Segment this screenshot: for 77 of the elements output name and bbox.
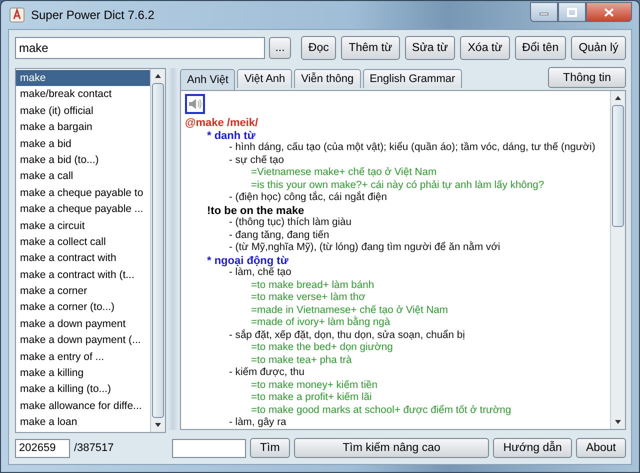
example-text: =to make bread+ làm bánh bbox=[250, 280, 374, 292]
scrollbar[interactable] bbox=[610, 91, 625, 429]
word-list-item[interactable]: make a call bbox=[16, 168, 150, 185]
example-text: =made in Vietnamese+ chế tạo ở Việt Nam bbox=[250, 304, 448, 316]
word-list-item[interactable]: make a down payment (... bbox=[16, 332, 150, 349]
word-list-item[interactable]: make a collect call bbox=[16, 234, 150, 250]
find-field[interactable] bbox=[172, 438, 246, 458]
tab[interactable]: Việt Anh bbox=[237, 69, 292, 88]
part-of-speech-text: * danh từ bbox=[206, 130, 256, 142]
find-button[interactable]: Tìm bbox=[250, 438, 290, 458]
meaning-text: - (thông tục) thích làm giàu bbox=[228, 217, 352, 230]
meaning-text: - sự chế tạo bbox=[228, 154, 284, 167]
example-text: =to make good marks at school+ được điểm tốt ở trường bbox=[250, 404, 512, 417]
search-field[interactable]: make bbox=[15, 37, 265, 59]
word-list-item[interactable]: make a contract with (t... bbox=[16, 266, 150, 284]
meaning-text: - làm, gây ra bbox=[228, 417, 286, 429]
info-button[interactable]: Thông tin bbox=[548, 67, 626, 88]
word-list-item[interactable]: make a entry of ... bbox=[16, 348, 150, 366]
word-list-item[interactable]: make a loan bbox=[16, 414, 150, 431]
word-list-item[interactable]: make a bargain bbox=[16, 119, 150, 136]
part-of-speech-text: * ngoại động từ bbox=[206, 254, 288, 267]
close-icon bbox=[604, 8, 614, 16]
example-text: =made of ivory+ làm bằng ngà bbox=[250, 317, 390, 329]
meaning-text: - (từ Mỹ,nghĩa Mỹ), (từ lóng) đang tìm người để ăn nằm với bbox=[228, 242, 500, 254]
example-text: =to make money+ kiếm tiền bbox=[250, 380, 378, 392]
idiom-text: !to be on the make bbox=[206, 204, 304, 217]
advanced-search-button[interactable]: Tìm kiếm nâng cao bbox=[294, 438, 490, 458]
headword-text: @make /meik/ bbox=[185, 117, 258, 130]
word-list-item[interactable]: make (it) official bbox=[16, 102, 150, 120]
maximize-icon bbox=[567, 8, 577, 16]
word-list-item[interactable]: make bbox=[16, 70, 150, 86]
minimize-button[interactable] bbox=[530, 2, 558, 22]
example-text: =to make tea+ pha trà bbox=[250, 354, 352, 367]
scrollbar[interactable] bbox=[150, 69, 165, 432]
word-list-item[interactable]: make a down payment bbox=[16, 316, 150, 332]
help-button[interactable]: Hướng dẫn bbox=[493, 438, 572, 458]
example-text: =to make the bed+ dọn giường bbox=[250, 342, 393, 354]
example-text: =is this your own make?+ cái này có phải tự anh làm lấy không? bbox=[250, 180, 544, 191]
word-list-item[interactable]: make a corner bbox=[16, 283, 150, 300]
toolbar-button[interactable]: Quản lý bbox=[571, 36, 626, 60]
toolbar-button[interactable]: Đổi tên bbox=[514, 36, 566, 60]
meaning-text: - kiếm được, thu bbox=[228, 367, 304, 380]
tab[interactable]: Anh Việt bbox=[180, 69, 236, 90]
total-count: /387517 bbox=[74, 442, 115, 454]
app-icon bbox=[9, 7, 25, 23]
example-text: =to make verse+ làm thơ bbox=[250, 292, 366, 304]
word-list-item[interactable]: make a contract with bbox=[16, 250, 150, 267]
word-list-item[interactable]: make/break contact bbox=[16, 86, 150, 103]
close-button[interactable] bbox=[586, 2, 632, 22]
word-list-item[interactable]: make a corner (to...) bbox=[16, 299, 150, 316]
word-list-item[interactable]: make a killing bbox=[16, 365, 150, 382]
tab[interactable]: Viễn thông bbox=[294, 69, 361, 88]
meaning-text: - đang tăng, đang tiến bbox=[228, 230, 330, 242]
word-list-item[interactable]: make allowance for diffe... bbox=[16, 398, 150, 414]
toolbar-button[interactable]: Thêm từ bbox=[341, 36, 400, 60]
meaning-text: - (điện học) công tắc, cái ngắt điện bbox=[228, 192, 387, 204]
meaning-text: - làm, chế tạo bbox=[228, 267, 292, 280]
about-button[interactable]: About bbox=[576, 438, 626, 458]
word-list-item[interactable]: make a circuit bbox=[16, 218, 150, 234]
browse-button[interactable]: ... bbox=[269, 37, 291, 59]
word-list-item[interactable]: make a cheque payable to bbox=[16, 184, 150, 202]
toolbar-button[interactable]: Xóa từ bbox=[460, 36, 510, 60]
example-text: =to make a profit+ kiếm lãi bbox=[250, 392, 372, 404]
meaning-text: - sắp đặt, xếp đặt, dọn, thu dọn, sửa soạn, chuẩn bị bbox=[228, 330, 465, 342]
word-list-item[interactable]: make a bid (to...) bbox=[16, 152, 150, 168]
meaning-text: - hình dáng, cấu tạo (của một vật); kiểu (quần áo); tầm vóc, dáng, tư thế (người) bbox=[228, 142, 596, 154]
speaker-icon[interactable] bbox=[185, 94, 205, 114]
index-field[interactable]: 202659 bbox=[15, 438, 70, 458]
maximize-button[interactable] bbox=[558, 2, 586, 22]
example-text: =Vietnamese make+ chế tạo ở Việt Nam bbox=[250, 167, 437, 180]
toolbar-button[interactable]: Đọc bbox=[301, 36, 336, 60]
word-list-item[interactable]: make a cheque payable ... bbox=[16, 201, 150, 218]
word-list-item[interactable]: make a killing (to...) bbox=[16, 381, 150, 398]
word-list-item[interactable]: make a bid bbox=[16, 136, 150, 152]
tab[interactable]: English Grammar bbox=[362, 69, 462, 88]
toolbar-button[interactable]: Sửa từ bbox=[404, 36, 456, 60]
window-title: Super Power Dict 7.6.2 bbox=[31, 8, 156, 22]
